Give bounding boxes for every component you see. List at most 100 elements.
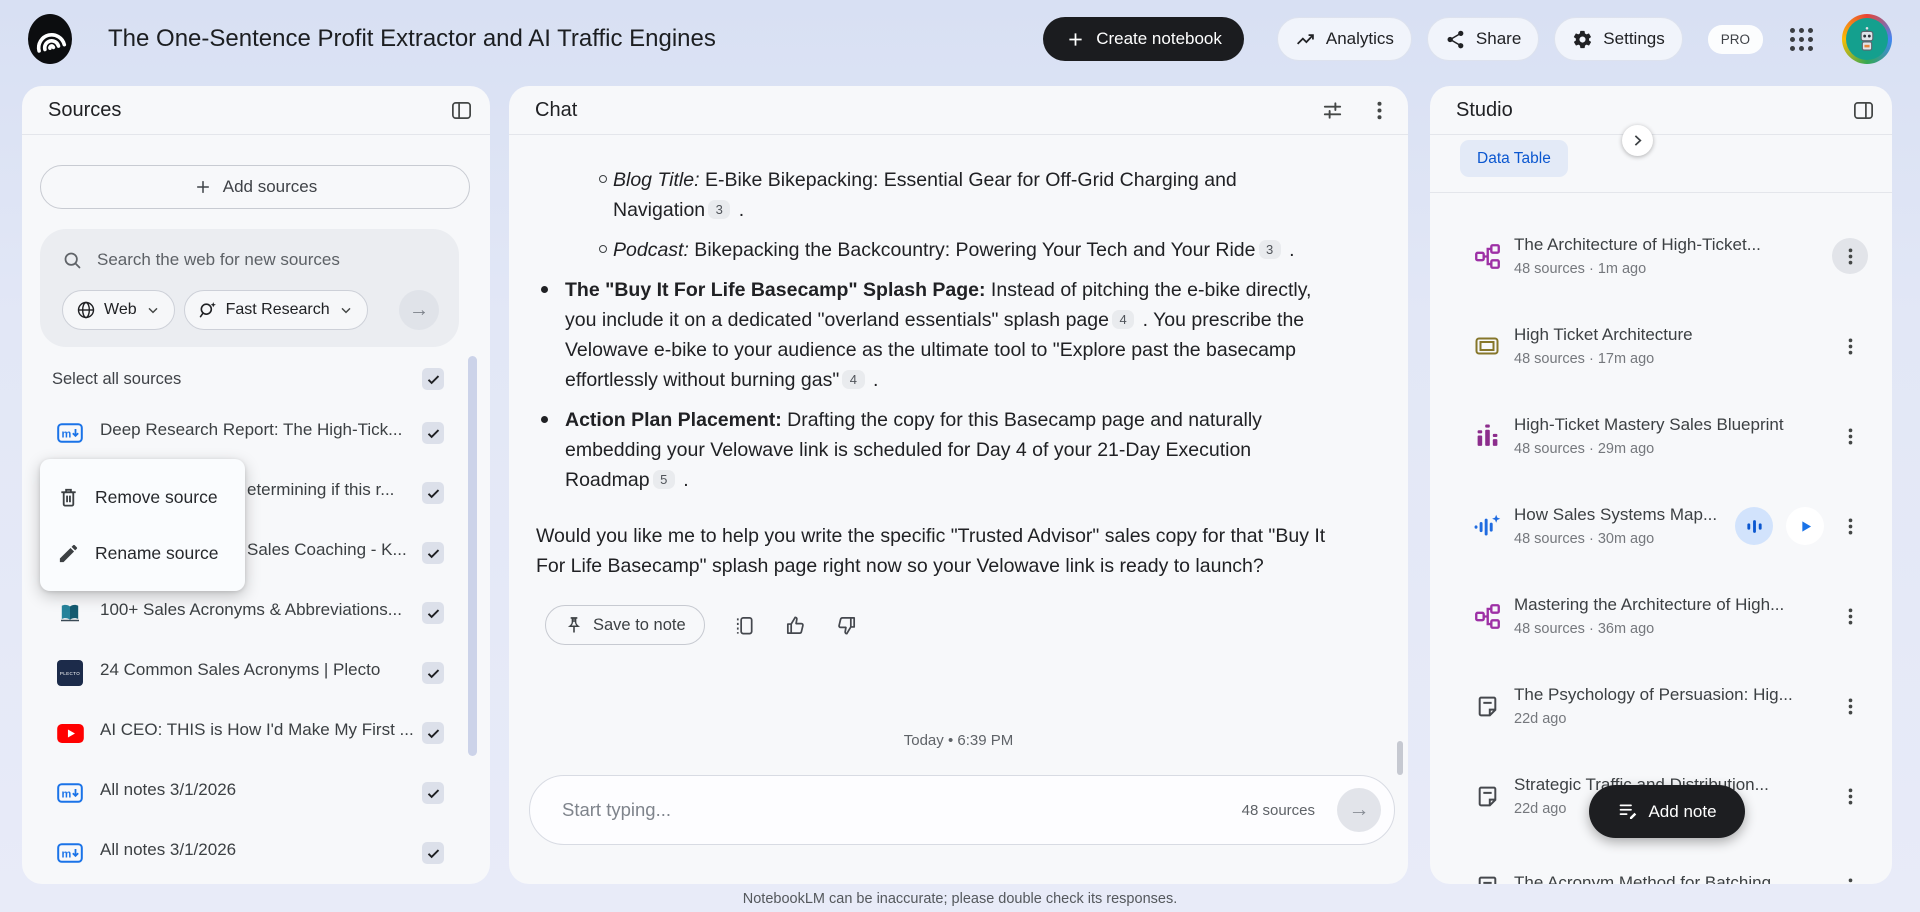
trash-icon bbox=[57, 486, 80, 509]
source-title: All notes 3/1/2026 bbox=[100, 780, 237, 799]
studio-item-menu-icon[interactable] bbox=[1832, 868, 1868, 884]
studio-item-menu-icon[interactable] bbox=[1832, 598, 1868, 634]
studio-list-item[interactable]: How Sales Systems Map... 48 sources · 30m… bbox=[1430, 481, 1892, 571]
source-checkbox[interactable] bbox=[422, 722, 444, 744]
chat-scrollbar[interactable] bbox=[1397, 741, 1403, 775]
source-list-item[interactable]: m All notes 3/1/2026 bbox=[22, 823, 490, 883]
studio-item-menu-icon[interactable] bbox=[1832, 238, 1868, 274]
svg-text:m: m bbox=[62, 429, 72, 441]
sources-scrollbar[interactable] bbox=[468, 356, 477, 756]
source-checkbox[interactable] bbox=[422, 782, 444, 804]
thumbs-down-icon[interactable] bbox=[835, 614, 858, 637]
add-note-button[interactable]: Add note bbox=[1589, 785, 1745, 838]
data-table-chip[interactable]: Data Table bbox=[1460, 140, 1568, 177]
settings-button[interactable]: Settings bbox=[1554, 17, 1683, 61]
text-segment: . bbox=[867, 369, 879, 391]
source-list-item[interactable]: m Deep Research Report: The High-Tick... bbox=[22, 403, 490, 463]
source-title: Sales Coaching - K... bbox=[247, 540, 407, 559]
add-sources-button[interactable]: Add sources bbox=[40, 165, 470, 209]
share-button[interactable]: Share bbox=[1426, 17, 1540, 61]
source-list-item[interactable]: m All notes 3/1/2026 bbox=[22, 763, 490, 823]
chip-scroll-right-button[interactable] bbox=[1622, 125, 1653, 156]
document-icon bbox=[1472, 694, 1502, 719]
select-all-checkbox[interactable] bbox=[422, 368, 444, 390]
studio-list-item[interactable]: High-Ticket Mastery Sales Blueprint 48 so… bbox=[1430, 391, 1892, 481]
studio-item-menu-icon[interactable] bbox=[1832, 508, 1868, 544]
studio-item-menu-icon[interactable] bbox=[1832, 418, 1868, 454]
studio-item-title: The Acronym Method for Batching... bbox=[1514, 873, 1786, 884]
research-chip-label: Fast Research bbox=[225, 301, 330, 318]
create-notebook-button[interactable]: Create notebook bbox=[1043, 17, 1244, 61]
analytics-button[interactable]: Analytics bbox=[1276, 17, 1412, 61]
chat-text: Blog Title: E-Bike Bikepacking: Essentia… bbox=[613, 165, 1334, 225]
chat-input[interactable] bbox=[562, 799, 1242, 821]
disclaimer-text: NotebookLM can be inaccurate; please dou… bbox=[742, 891, 1178, 907]
thumbs-up-icon[interactable] bbox=[784, 614, 807, 637]
research-mode-dropdown[interactable]: Fast Research bbox=[183, 290, 368, 330]
search-input[interactable] bbox=[97, 250, 445, 270]
remove-source-menu-item[interactable]: Remove source bbox=[40, 469, 245, 525]
more-options-icon[interactable] bbox=[1368, 99, 1391, 122]
studio-list-item[interactable]: The Psychology of Persuasion: Hig... 22d … bbox=[1430, 661, 1892, 751]
rename-source-menu-item[interactable]: Rename source bbox=[40, 525, 245, 581]
notebook-title: The One-Sentence Profit Extractor and AI… bbox=[108, 25, 716, 52]
collapse-panel-icon[interactable] bbox=[450, 99, 473, 122]
source-list-item[interactable]: 100+ Sales Acronyms & Abbreviations... bbox=[22, 583, 490, 643]
studio-item-menu-icon[interactable] bbox=[1832, 688, 1868, 724]
audio-overview-button[interactable] bbox=[1735, 507, 1773, 545]
menu-item-label: Remove source bbox=[95, 486, 218, 507]
source-checkbox[interactable] bbox=[422, 662, 444, 684]
citation-chip[interactable]: 3 bbox=[1258, 239, 1281, 259]
source-context-menu: Remove source Rename source bbox=[40, 459, 245, 591]
studio-item-text: The Acronym Method for Batching... bbox=[1514, 873, 1832, 884]
source-list-item[interactable]: AI CEO: THIS is How I'd Make My First ..… bbox=[22, 703, 490, 763]
play-button[interactable] bbox=[1786, 507, 1824, 545]
trending-up-icon bbox=[1296, 33, 1314, 44]
chat-bullet-item: Blog Title: E-Bike Bikepacking: Essentia… bbox=[536, 165, 1334, 225]
text-segment: Bikepacking the Backcountry: Powering Yo… bbox=[688, 239, 1256, 261]
studio-item-text: High Ticket Architecture 48 sources · 17m… bbox=[1514, 325, 1832, 367]
citation-chip[interactable]: 4 bbox=[1111, 309, 1135, 329]
collapse-panel-icon[interactable] bbox=[1852, 99, 1875, 122]
notebooklm-logo-icon[interactable] bbox=[26, 13, 74, 65]
plus-icon bbox=[196, 181, 209, 193]
source-checkbox[interactable] bbox=[422, 602, 444, 624]
source-checkbox[interactable] bbox=[422, 482, 444, 504]
studio-item-menu-icon[interactable] bbox=[1832, 778, 1868, 814]
sub-bullet-marker bbox=[599, 175, 607, 183]
web-source-dropdown[interactable]: Web bbox=[62, 290, 175, 330]
send-button[interactable]: → bbox=[1337, 788, 1381, 832]
studio-panel-header: Studio bbox=[1430, 86, 1892, 135]
chat-settings-icon[interactable] bbox=[1321, 99, 1344, 122]
citation-chip[interactable]: 4 bbox=[842, 369, 865, 389]
search-submit-button[interactable]: → bbox=[399, 290, 439, 330]
note-icon bbox=[1620, 804, 1637, 820]
studio-list-item[interactable]: The Acronym Method for Batching... bbox=[1430, 841, 1892, 884]
source-checkbox[interactable] bbox=[422, 542, 444, 564]
source-checkbox[interactable] bbox=[422, 422, 444, 444]
studio-list-item[interactable]: The Architecture of High-Ticket... 48 sou… bbox=[1430, 211, 1892, 301]
studio-item-title: The Architecture of High-Ticket... bbox=[1514, 235, 1761, 254]
source-title: AI CEO: THIS is How I'd Make My First ..… bbox=[100, 720, 414, 739]
bar-chart-icon bbox=[1472, 424, 1502, 449]
share-icon bbox=[1447, 30, 1464, 48]
text-segment: Blog Title: bbox=[613, 169, 700, 191]
source-checkbox[interactable] bbox=[422, 842, 444, 864]
plecto-icon: PLECTO bbox=[56, 660, 84, 686]
audio-waveform-icon bbox=[1472, 513, 1502, 540]
copy-icon[interactable] bbox=[733, 614, 756, 637]
source-title: All notes 3/1/2026 bbox=[100, 840, 237, 859]
studio-list: The Architecture of High-Ticket... 48 sou… bbox=[1430, 211, 1892, 884]
source-count: 48 sources bbox=[1241, 801, 1315, 819]
google-apps-grid-icon[interactable] bbox=[1790, 27, 1813, 51]
studio-item-text: High-Ticket Mastery Sales Blueprint 48 so… bbox=[1514, 415, 1832, 457]
studio-list-item[interactable]: Mastering the Architecture of High... 48 … bbox=[1430, 571, 1892, 661]
citation-chip[interactable]: 5 bbox=[652, 469, 675, 489]
source-list-item[interactable]: PLECTO 24 Common Sales Acronyms | Plecto bbox=[22, 643, 490, 703]
citation-chip[interactable]: 3 bbox=[708, 199, 731, 219]
save-to-note-button[interactable]: Save to note bbox=[545, 605, 705, 645]
avatar[interactable] bbox=[1842, 14, 1892, 64]
robot-avatar-image bbox=[1846, 18, 1888, 60]
studio-item-menu-icon[interactable] bbox=[1832, 328, 1868, 364]
studio-list-item[interactable]: High Ticket Architecture 48 sources · 17m… bbox=[1430, 301, 1892, 391]
